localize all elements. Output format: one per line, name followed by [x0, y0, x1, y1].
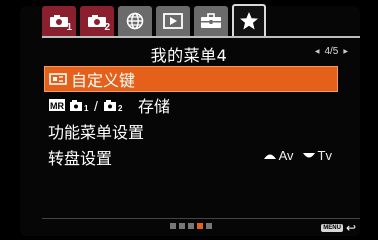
- page-dot: [188, 223, 194, 229]
- toolbox-icon: [201, 13, 221, 28]
- tab-network[interactable]: [118, 6, 152, 36]
- page-dots: [170, 223, 212, 229]
- right-arrow-icon[interactable]: ▶: [343, 48, 348, 55]
- tab-setup[interactable]: [194, 6, 228, 36]
- svg-text:2: 2: [118, 104, 123, 113]
- camera-menu-screen: 1 2 我的菜单4 ◀ 4/5 ▶ 自定义键 MR 1 / 2 存储 功能菜单设…: [0, 0, 378, 240]
- menu-tabs: 1 2: [42, 4, 266, 38]
- globe-icon: [126, 12, 144, 30]
- page-number: 4/5: [324, 46, 339, 57]
- back-arrow-icon: ↩: [345, 221, 356, 235]
- page-dot-current: [197, 223, 203, 229]
- mr-memory-icon: MR 1 / 2: [48, 97, 134, 113]
- menu-item-label: 功能菜单设置: [48, 123, 145, 142]
- menu-item-dial-setup[interactable]: 转盘设置 Av Tv: [44, 144, 338, 170]
- menu-item-custom-key[interactable]: 自定义键: [44, 66, 338, 92]
- footer-divider: [42, 218, 360, 219]
- playback-icon: [163, 13, 183, 29]
- dial-setting-value: Av Tv: [263, 148, 332, 163]
- menu-item-label: 转盘设置: [48, 149, 113, 168]
- tab-underline: [42, 36, 360, 38]
- dial-av-label: Av: [278, 148, 294, 163]
- tab-number: 1: [66, 22, 72, 33]
- svg-text:/: /: [94, 98, 98, 113]
- custom-key-icon: [49, 72, 67, 86]
- svg-text:1: 1: [84, 104, 89, 113]
- page-dot: [179, 223, 185, 229]
- menu-badge: MENU: [321, 224, 343, 232]
- menu-list: 自定义键 MR 1 / 2 存储 功能菜单设置 转盘设置 Av Tv: [44, 66, 338, 170]
- menu-item-function-menu-settings[interactable]: 功能菜单设置: [44, 118, 338, 144]
- page-dot: [170, 223, 176, 229]
- tab-my-menu[interactable]: [232, 4, 266, 36]
- menu-item-label: 自定义键: [71, 71, 136, 90]
- left-arrow-icon[interactable]: ◀: [315, 48, 320, 55]
- dial-tv-label: Tv: [317, 148, 332, 163]
- page-indicator: ◀ 4/5 ▶: [315, 46, 348, 57]
- star-icon: [240, 12, 258, 30]
- menu-back-button[interactable]: MENU ↩: [321, 221, 356, 235]
- tab-camera-2[interactable]: 2: [80, 6, 114, 36]
- tab-playback[interactable]: [156, 6, 190, 36]
- menu-item-label: 存储: [138, 97, 171, 116]
- tab-number: 2: [104, 22, 110, 33]
- front-dial-icon: [263, 154, 276, 159]
- tab-camera-1[interactable]: 1: [42, 6, 76, 36]
- menu-item-mr-memory[interactable]: MR 1 / 2 存储: [44, 92, 338, 118]
- page-dot: [206, 223, 212, 229]
- svg-text:MR: MR: [50, 101, 64, 111]
- rear-dial-icon: [302, 152, 315, 157]
